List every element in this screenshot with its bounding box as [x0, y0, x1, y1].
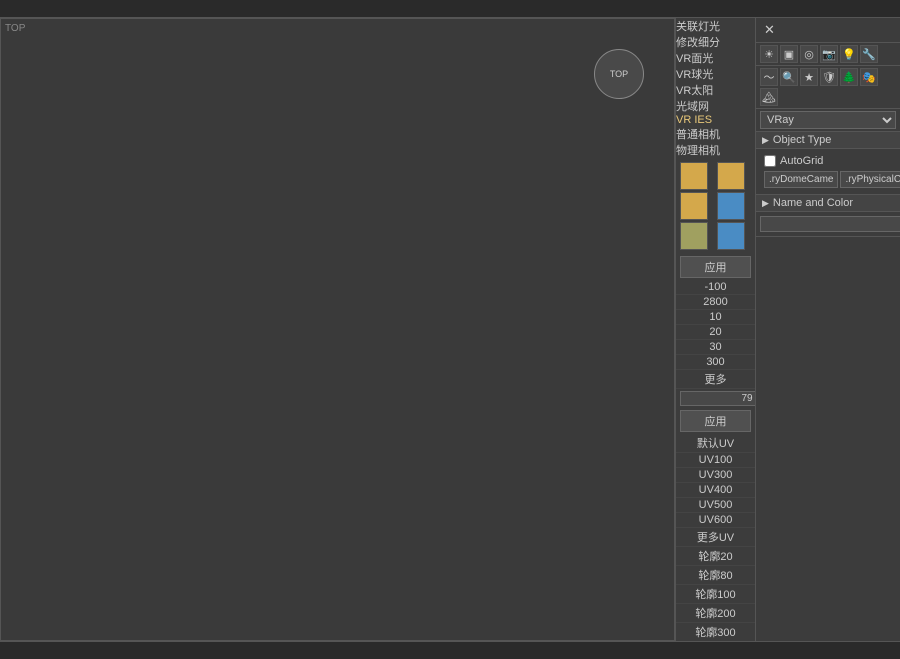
close-button[interactable]: ✕	[760, 20, 779, 40]
num-btn-10[interactable]: 10	[676, 310, 755, 325]
props-top-icons: ✕	[756, 18, 900, 43]
num-btn-2800[interactable]: 2800	[676, 295, 755, 310]
swatch-4[interactable]	[680, 222, 708, 250]
swatch-1[interactable]	[717, 162, 745, 190]
num-btn-300[interactable]: 300	[676, 355, 755, 370]
properties-panel: ✕ ☀ ▣ ◎ 📷 💡 🔧 〜 🔍 ★ 🛡 🌲 🎭 🏔	[755, 18, 900, 641]
object-type-section: ▶ Object Type AutoGrid .ryDomeCame .ryPh…	[756, 132, 900, 195]
menu-item-guangyu[interactable]: 光域网	[676, 98, 755, 114]
icon-mask[interactable]: 🎭	[860, 68, 878, 86]
autogrid-label: AutoGrid	[780, 155, 823, 167]
icon-wave[interactable]: 〜	[760, 68, 778, 86]
viewport-label: TOP	[5, 23, 25, 34]
icon-star[interactable]: ★	[800, 68, 818, 86]
swatch-5[interactable]	[717, 222, 745, 250]
num-btn-more[interactable]: 更多	[676, 370, 755, 389]
type-btn-dome[interactable]: .ryDomeCame	[764, 171, 838, 188]
menu-item-guanlian[interactable]: 关联灯光	[676, 18, 755, 34]
num-btn-profile20[interactable]: 轮廓20	[676, 547, 755, 566]
icon-sun[interactable]: ☀	[760, 45, 778, 63]
num-btn-uv600[interactable]: UV600	[676, 513, 755, 528]
num-btn-profile100[interactable]: 轮廓100	[676, 585, 755, 604]
num-btn-uv300[interactable]: UV300	[676, 468, 755, 483]
num-btn-defaultuv[interactable]: 默认UV	[676, 434, 755, 453]
icon-box[interactable]: ▣	[780, 45, 798, 63]
type-buttons: .ryDomeCame .ryPhysicalCam	[760, 169, 896, 190]
icon-camera[interactable]: 📷	[820, 45, 838, 63]
apply-btn-2[interactable]: 应用	[680, 410, 751, 432]
autogrid-row: AutoGrid	[760, 153, 896, 169]
icon-tree[interactable]: 🌲	[840, 68, 858, 86]
name-color-label: Name and Color	[773, 197, 853, 209]
object-type-label: Object Type	[773, 134, 832, 146]
num-btn-profile200[interactable]: 轮廓200	[676, 604, 755, 623]
menu-item-xiugai[interactable]: 修改细分	[676, 34, 755, 50]
icon-search[interactable]: 🔍	[780, 68, 798, 86]
icon-wrench[interactable]: 🔧	[860, 45, 878, 63]
swatch-2[interactable]	[680, 192, 708, 220]
apply-btn-1[interactable]: 应用	[680, 256, 751, 278]
name-color-section: ▶ Name and Color	[756, 195, 900, 237]
vray-row: VRay	[756, 109, 900, 132]
num-btn-30[interactable]: 30	[676, 340, 755, 355]
autogrid-checkbox[interactable]	[764, 155, 776, 167]
name-color-header[interactable]: ▶ Name and Color	[756, 195, 900, 212]
viewport: TOP TOP	[0, 18, 675, 641]
menu-item-vrface[interactable]: VR面光	[676, 50, 755, 66]
icon-globe[interactable]: ◎	[800, 45, 818, 63]
bottom-bar	[0, 641, 900, 659]
menu-and-buttons: 关联灯光 修改细分 VR面光 VR球光 VR太阳 光域网 VR IES 普通相机…	[675, 18, 755, 641]
menu-item-putong[interactable]: 普通相机	[676, 126, 755, 142]
num-btn-uv400[interactable]: UV400	[676, 483, 755, 498]
object-type-content: AutoGrid .ryDomeCame .ryPhysicalCam	[756, 149, 900, 195]
num-btn-profile300[interactable]: 轮廓300	[676, 623, 755, 641]
icon-row-2: 〜 🔍 ★ 🛡 🌲 🎭 🏔	[756, 66, 900, 109]
object-type-arrow: ▶	[762, 135, 769, 146]
icon-shield[interactable]: 🛡	[820, 68, 838, 86]
num-btn-uv100[interactable]: UV100	[676, 453, 755, 468]
swatches-area	[676, 158, 755, 254]
spinner-1: ▲ ▼	[680, 391, 751, 406]
num-btn-profile80[interactable]: 轮廓80	[676, 566, 755, 585]
num-btn-moreuv[interactable]: 更多UV	[676, 528, 755, 547]
name-color-arrow: ▶	[762, 198, 769, 209]
main-layout: TOP TOP 关联灯光 修改细分 VR面光 VR球光 VR太阳 光域网 VR …	[0, 18, 900, 641]
name-input[interactable]	[760, 216, 900, 232]
menu-item-vrball[interactable]: VR球光	[676, 66, 755, 82]
top-bar	[0, 0, 900, 18]
right-panels: 关联灯光 修改细分 VR面光 VR球光 VR太阳 光域网 VR IES 普通相机…	[675, 18, 900, 641]
viewport-circle-label: TOP	[610, 69, 628, 79]
name-color-content	[756, 212, 900, 236]
spinner-1-input[interactable]	[680, 391, 755, 406]
num-btn-100[interactable]: -100	[676, 280, 755, 295]
menu-item-vries[interactable]: VR IES	[676, 114, 755, 126]
icon-light[interactable]: 💡	[840, 45, 858, 63]
icon-row-1: ☀ ▣ ◎ 📷 💡 🔧	[756, 43, 900, 66]
vray-dropdown[interactable]: VRay	[760, 111, 896, 129]
object-type-header[interactable]: ▶ Object Type	[756, 132, 900, 149]
type-btn-physical[interactable]: .ryPhysicalCam	[840, 171, 900, 188]
swatch-0[interactable]	[680, 162, 708, 190]
icon-mountain[interactable]: 🏔	[760, 88, 778, 106]
num-btn-uv500[interactable]: UV500	[676, 498, 755, 513]
num-btn-20[interactable]: 20	[676, 325, 755, 340]
viewport-circle: TOP	[594, 49, 644, 99]
swatch-3[interactable]	[717, 192, 745, 220]
menu-item-wuli[interactable]: 物理相机	[676, 142, 755, 158]
menu-item-vrsun[interactable]: VR太阳	[676, 82, 755, 98]
